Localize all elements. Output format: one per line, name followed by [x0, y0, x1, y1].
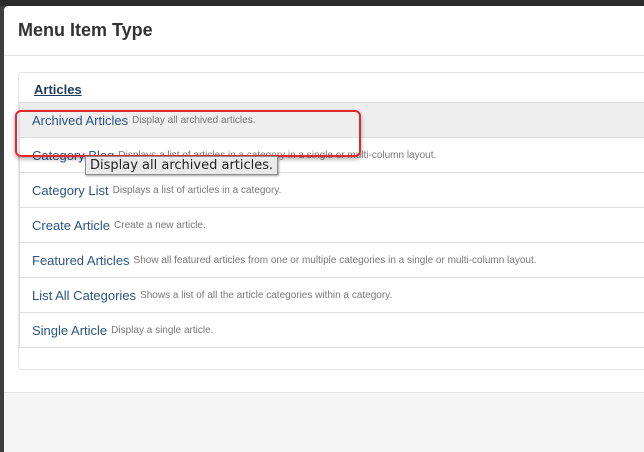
list-item-category-list[interactable]: Category List Displays a list of article… — [20, 173, 644, 208]
modal-footer — [4, 392, 644, 452]
list-item-list-all-categories[interactable]: List All Categories Shows a list of all … — [20, 278, 644, 313]
modal-header: Menu Item Type — [4, 6, 644, 56]
item-description: Create a new article. — [114, 219, 206, 231]
list-item-create-article[interactable]: Create Article Create a new article. — [20, 208, 644, 243]
tooltip: Display all archived articles. — [85, 156, 279, 175]
item-description: Shows a list of all the article categori… — [140, 289, 393, 301]
item-description: Display all archived articles. — [132, 114, 256, 126]
item-title[interactable]: Category List — [32, 183, 109, 198]
item-description: Show all featured articles from one or m… — [133, 254, 537, 266]
modal-title: Menu Item Type — [18, 20, 153, 40]
item-title[interactable]: Featured Articles — [32, 253, 130, 268]
list-item-archived-articles[interactable]: Archived Articles Display all archived a… — [20, 103, 644, 138]
menu-item-type-modal: Menu Item Type Articles Archived Article… — [4, 6, 644, 452]
item-title[interactable]: Single Article — [32, 323, 107, 338]
list-item-single-article[interactable]: Single Article Display a single article. — [20, 313, 644, 348]
item-title[interactable]: Archived Articles — [32, 113, 128, 128]
item-title[interactable]: Create Article — [32, 218, 110, 233]
menu-item-type-list: Archived Articles Display all archived a… — [19, 102, 644, 348]
item-description: Displays a list of articles in a categor… — [112, 184, 282, 196]
item-description: Display a single article. — [111, 324, 214, 336]
list-item-featured-articles[interactable]: Featured Articles Show all featured arti… — [20, 243, 644, 278]
articles-section-toggle[interactable]: Articles — [34, 82, 82, 97]
item-title[interactable]: List All Categories — [32, 288, 136, 303]
modal-body: Articles Archived Articles Display all a… — [4, 57, 644, 392]
